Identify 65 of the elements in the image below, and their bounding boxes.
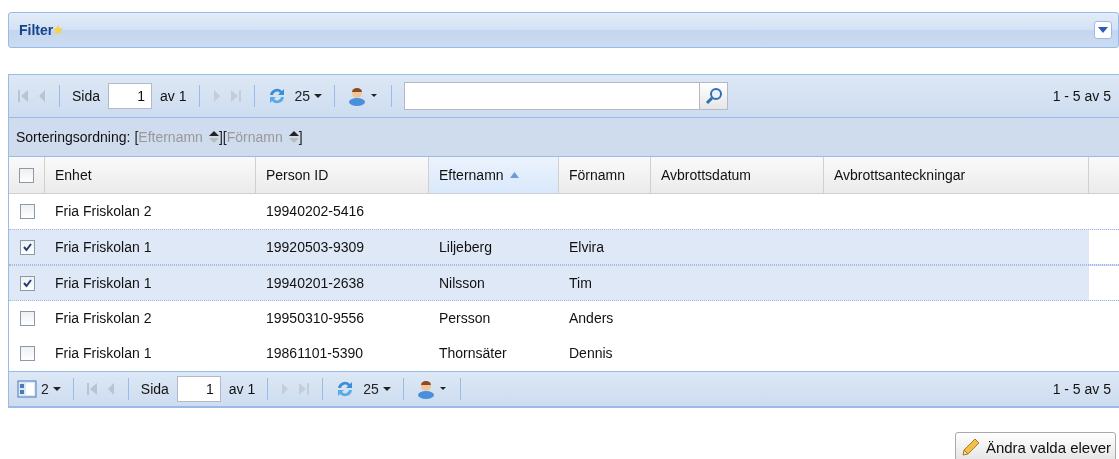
table-row[interactable]: Fria Friskolan 1 19920503-9309 Liljeberg Elvira <box>9 229 1119 265</box>
sort-arrows-icon <box>288 131 299 143</box>
sort-arrows-icon <box>208 131 219 143</box>
search-icon[interactable] <box>704 87 723 105</box>
table-cell-text: Fria Friskolan 1 <box>54 344 153 363</box>
user-menu-icon[interactable] <box>347 86 380 106</box>
page-label: Sida <box>72 88 101 104</box>
table-cell-text: 19940201-2638 <box>265 274 366 293</box>
bracket: [ <box>222 129 227 145</box>
caret-icon[interactable] <box>1098 27 1108 33</box>
page-count-label: av 1 <box>160 88 187 104</box>
checkbox[interactable] <box>19 167 34 183</box>
table-row[interactable]: Fria Friskolan 1 19940201-2638 Nilsson Tim <box>9 265 1119 301</box>
table-cell-text: Anders <box>568 309 615 328</box>
caret-icon[interactable] <box>382 386 391 392</box>
table-cell-text: Fria Friskolan 2 <box>54 309 153 328</box>
sort-order-label: Sorteringsordning: <box>16 129 131 145</box>
column-header[interactable]: Enhet <box>45 157 256 193</box>
page-size-dropdown[interactable]: 25 <box>363 381 391 397</box>
edit-selected-button[interactable]: Ändra valda elever <box>954 432 1116 459</box>
column-header[interactable]: Avbrottsanteckningar <box>824 157 1089 193</box>
search-field[interactable] <box>404 82 701 110</box>
caret-icon[interactable] <box>52 386 61 392</box>
column-header[interactable]: Efternamn <box>429 157 559 193</box>
panel-title: Filter <box>19 22 54 38</box>
bracket: [ <box>134 129 139 145</box>
checkbox[interactable] <box>19 310 35 326</box>
caret-icon[interactable] <box>314 93 323 99</box>
table-cell-text: Fria Friskolan 1 <box>54 238 153 257</box>
collapse-button[interactable] <box>1094 21 1112 39</box>
user-menu-icon[interactable] <box>415 379 448 399</box>
star-icon <box>53 25 64 35</box>
bracket: ] <box>218 129 223 145</box>
table-cell-text: 19920503-9309 <box>265 238 366 257</box>
table-cell-text: 19940202-5416 <box>265 202 366 221</box>
table-cell-text: Nilsson <box>438 274 486 293</box>
table-cell-text: Dennis <box>568 344 614 363</box>
table-cell-text: Fria Friskolan 1 <box>54 274 153 293</box>
table-cell-text: Elvira <box>568 238 605 257</box>
table-cell-text: Tim <box>568 274 593 293</box>
page-number-field[interactable]: 1 <box>176 376 221 402</box>
checkbox[interactable] <box>19 275 35 291</box>
record-count: 1 - 5 av 5 <box>1052 88 1111 104</box>
checkbox[interactable] <box>19 203 35 219</box>
table-cell-text: Liljeberg <box>438 238 493 257</box>
column-layout-dropdown[interactable]: 2 <box>17 380 61 398</box>
pencil-icon <box>959 436 982 458</box>
table-cell-text: Persson <box>438 309 492 328</box>
page-size-dropdown[interactable]: 25 <box>294 88 323 104</box>
bracket: ] <box>298 129 303 145</box>
columns-icon[interactable] <box>17 380 37 398</box>
record-count: 1 - 5 av 5 <box>1052 381 1111 397</box>
table-cell-text: Thornsäter <box>438 344 508 363</box>
table-cell-text: Fria Friskolan 2 <box>54 202 153 221</box>
checkbox[interactable] <box>19 345 35 361</box>
table-cell-text: 19950310-9556 <box>265 309 366 328</box>
checkbox[interactable] <box>19 239 35 255</box>
column-header[interactable]: Förnamn <box>559 157 651 193</box>
sort-ascending-icon <box>509 172 519 178</box>
search-button[interactable] <box>700 82 729 110</box>
page-number-field[interactable]: 1 <box>108 83 153 109</box>
column-header[interactable]: Avbrottsdatum <box>651 157 824 193</box>
page-count-label: av 1 <box>228 381 256 397</box>
table-cell-text: 19861101-5390 <box>265 344 365 363</box>
page-label: Sida <box>140 381 169 397</box>
